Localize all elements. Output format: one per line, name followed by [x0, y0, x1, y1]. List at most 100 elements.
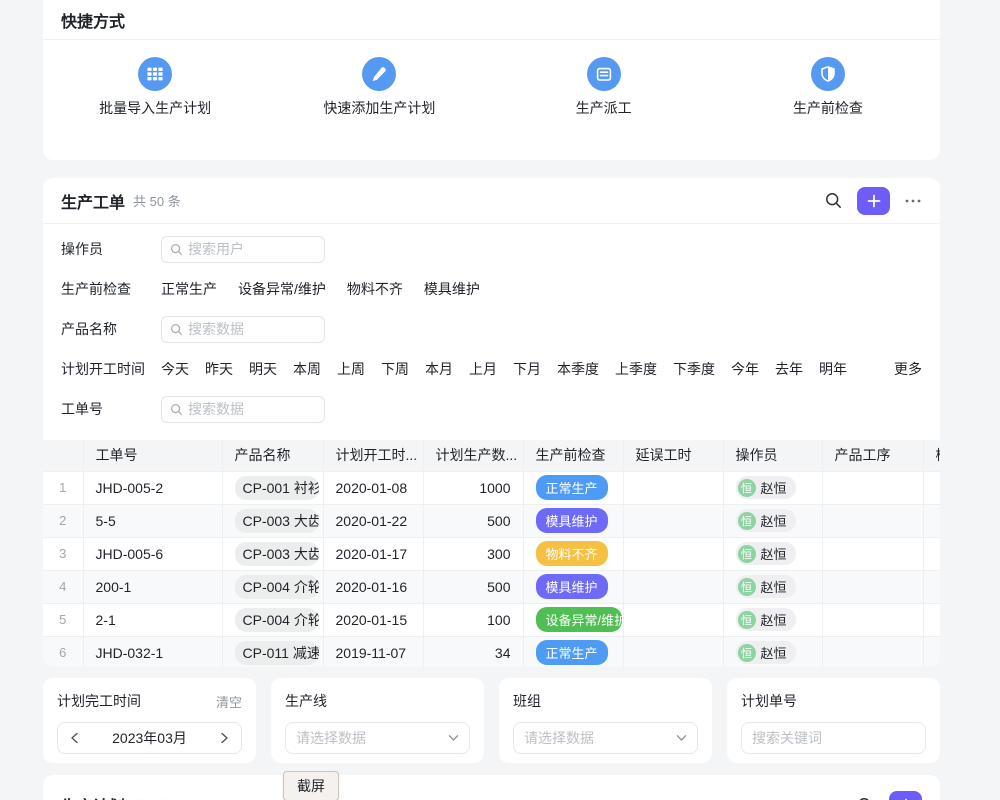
screenshot-button[interactable]: 截屏 [283, 771, 339, 800]
operator-name: 赵恒 [761, 544, 787, 563]
qty-cell: 500 [423, 504, 523, 537]
shortcut-batch-import[interactable]: 批量导入生产计划 [43, 40, 267, 160]
team-select[interactable]: 请选择数据 [513, 722, 698, 754]
status-badge: 模具维护 [536, 508, 608, 533]
precheck-option-equipment[interactable]: 设备异常/维护 [238, 279, 326, 299]
col-inspector: 检验员 [923, 440, 940, 471]
filter-precheck: 生产前检查 正常生产 设备异常/维护 物料不齐 模具维护 [61, 269, 922, 309]
operator-name: 赵恒 [761, 478, 787, 497]
table-row[interactable]: 3 JHD-005-6 CP-003 大齿轮 2020-01-17 300 物料… [43, 537, 940, 570]
operator-pill: 恒赵恒 [736, 641, 796, 664]
operator-pill: 恒赵恒 [736, 476, 796, 499]
date-option[interactable]: 今年 [731, 359, 759, 379]
plan-no-input-box[interactable] [741, 722, 926, 754]
filter-label: 产品名称 [61, 319, 161, 339]
search-icon[interactable] [856, 796, 875, 800]
delay-cell [623, 504, 723, 537]
date-option[interactable]: 本周 [293, 359, 321, 379]
date-option[interactable]: 明年 [819, 359, 847, 379]
plan-no-card: 计划单号 [727, 678, 940, 763]
shortcuts-card: 快捷方式 批量导入生产计划 快速添加生产计划 生产派工 [43, 0, 940, 160]
clipboard-icon [587, 57, 621, 91]
finish-time-label: 计划完工时间 [57, 691, 141, 711]
date-option[interactable]: 下月 [513, 359, 541, 379]
precheck-option-material[interactable]: 物料不齐 [347, 279, 403, 299]
operator-search-field[interactable] [188, 241, 308, 257]
more-menu-icon[interactable] [904, 198, 922, 204]
bottom-filter-row: 计划完工时间 清空 2023年03月 生产线 请选择数据 [43, 678, 1000, 763]
operator-search-input[interactable] [161, 236, 325, 263]
month-picker[interactable]: 2023年03月 [57, 722, 242, 754]
order-no-cell: 5-5 [83, 504, 222, 537]
status-badge: 物料不齐 [536, 541, 608, 566]
product-search-input[interactable] [161, 316, 325, 343]
table-row[interactable]: 4 200-1 CP-004 介轮 2020-01-16 500 模具维护 恒赵… [43, 570, 940, 603]
precheck-option-normal[interactable]: 正常生产 [161, 279, 217, 299]
operator-name: 赵恒 [761, 511, 787, 530]
filter-order-no: 工单号 [61, 389, 922, 429]
date-option[interactable]: 本月 [425, 359, 453, 379]
row-number: 2 [43, 504, 83, 537]
product-pill: CP-011 减速机 [235, 641, 319, 665]
production-plan-title: 生产计划 [61, 793, 125, 800]
date-option[interactable]: 去年 [775, 359, 803, 379]
order-no-search-field[interactable] [188, 401, 308, 417]
work-orders-table: 工单号 产品名称 计划开工时... 计划生产数... 生产前检查 延误工时 操作… [43, 440, 940, 667]
shortcut-precheck[interactable]: 生产前检查 [716, 40, 940, 160]
more-dates-link[interactable]: 更多 [894, 359, 922, 379]
product-search-field[interactable] [188, 321, 308, 337]
team-label: 班组 [513, 691, 541, 711]
chevron-left-icon[interactable] [68, 730, 81, 746]
add-work-order-button[interactable] [857, 187, 890, 215]
qty-cell: 100 [423, 603, 523, 636]
shortcut-dispatch[interactable]: 生产派工 [492, 40, 716, 160]
table-row[interactable]: 5 2-1 CP-004 介轮 2020-01-15 100 设备异常/维护 恒… [43, 603, 940, 636]
date-option[interactable]: 上季度 [615, 359, 657, 379]
select-placeholder: 请选择数据 [296, 728, 448, 748]
order-no-cell: JHD-005-2 [83, 471, 222, 504]
date-option[interactable]: 明天 [249, 359, 277, 379]
production-plan-count: 共 0 条 [133, 796, 173, 800]
production-line-label: 生产线 [285, 691, 327, 711]
row-number: 6 [43, 636, 83, 667]
start-date-cell: 2020-01-08 [323, 471, 423, 504]
work-orders-title: 生产工单 [61, 189, 125, 213]
avatar: 恒 [738, 545, 756, 563]
finish-time-card: 计划完工时间 清空 2023年03月 [43, 678, 256, 763]
product-pill: CP-003 大齿轮 [235, 542, 319, 566]
operator-name: 赵恒 [761, 577, 787, 596]
date-option[interactable]: 上月 [469, 359, 497, 379]
process-cell [822, 603, 923, 636]
table-row[interactable]: 6 JHD-032-1 CP-011 减速机 2019-11-07 34 正常生… [43, 636, 940, 667]
order-no-search-input[interactable] [161, 396, 325, 423]
col-delay: 延误工时 [623, 440, 723, 471]
col-operator: 操作员 [723, 440, 822, 471]
select-placeholder: 请选择数据 [524, 728, 676, 748]
date-option[interactable]: 昨天 [205, 359, 233, 379]
delay-cell [623, 537, 723, 570]
table-row[interactable]: 1 JHD-005-2 CP-001 衬衫 2020-01-08 1000 正常… [43, 471, 940, 504]
avatar: 恒 [738, 611, 756, 629]
month-value[interactable]: 2023年03月 [112, 728, 187, 748]
production-line-select[interactable]: 请选择数据 [285, 722, 470, 754]
plan-no-input[interactable] [752, 730, 915, 746]
search-icon [170, 243, 183, 256]
shortcut-label: 批量导入生产计划 [99, 98, 211, 118]
process-cell [822, 636, 923, 667]
date-option[interactable]: 下季度 [673, 359, 715, 379]
shortcut-quick-add[interactable]: 快速添加生产计划 [267, 40, 491, 160]
date-option[interactable]: 下周 [381, 359, 409, 379]
chevron-right-icon[interactable] [218, 730, 231, 746]
search-icon[interactable] [824, 191, 843, 210]
precheck-option-mold[interactable]: 模具维护 [424, 279, 480, 299]
date-option[interactable]: 今天 [161, 359, 189, 379]
filter-start-time: 计划开工时间 今天 昨天 明天 本周 上周 下周 本月 上月 下月 本季度 上季… [61, 349, 922, 389]
avatar: 恒 [738, 512, 756, 530]
add-plan-button[interactable] [889, 791, 922, 800]
table-row[interactable]: 2 5-5 CP-003 大齿轮 2020-01-22 500 模具维护 恒赵恒 [43, 504, 940, 537]
date-option[interactable]: 本季度 [557, 359, 599, 379]
clear-link[interactable]: 清空 [216, 692, 242, 711]
delay-cell [623, 636, 723, 667]
date-option[interactable]: 上周 [337, 359, 365, 379]
row-number: 5 [43, 603, 83, 636]
